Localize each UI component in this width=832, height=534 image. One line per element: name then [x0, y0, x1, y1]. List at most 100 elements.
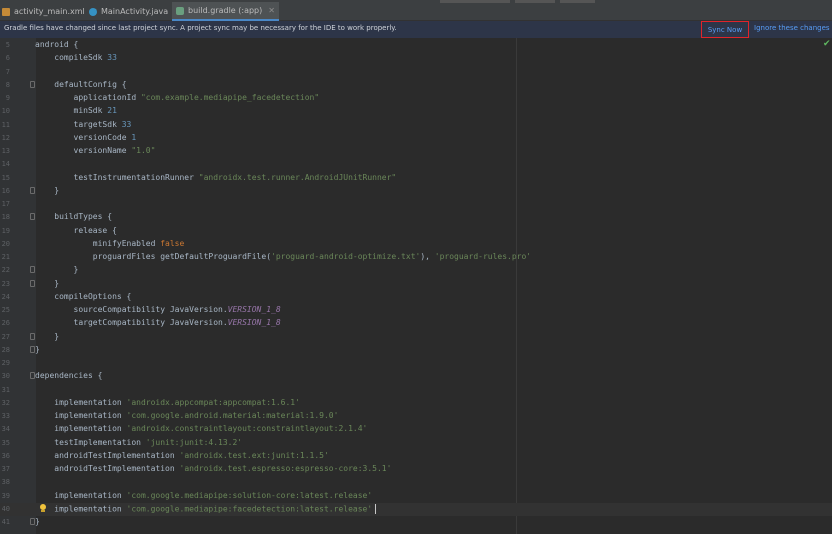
- code-line[interactable]: 25 sourceCompatibility JavaVersion.VERSI…: [0, 304, 832, 317]
- code-line[interactable]: 19 release {: [0, 225, 832, 238]
- code-text: }: [35, 278, 60, 288]
- line-number: 21: [1, 253, 10, 261]
- code-line[interactable]: 13 versionName "1.0": [0, 145, 832, 158]
- code-line[interactable]: 11 targetSdk 33: [0, 119, 832, 132]
- banner-message: Gradle files have changed since last pro…: [4, 24, 397, 32]
- code-text: implementation 'com.google.mediapipe:sol…: [35, 490, 373, 500]
- line-number: 34: [1, 425, 10, 434]
- code-line[interactable]: 22 }: [0, 264, 832, 277]
- line-number: 37: [1, 465, 10, 473]
- gradle-file-icon: [176, 6, 184, 15]
- code-line[interactable]: 30 dependencies {: [0, 370, 832, 383]
- code-line[interactable]: 40 implementation 'com.google.mediapipe:…: [0, 502, 832, 516]
- code-line[interactable]: 33 implementation 'com.google.android.ma…: [0, 410, 832, 423]
- code-text: }: [35, 185, 60, 195]
- line-number: 12: [1, 133, 10, 142]
- toolbar-fragment: [515, 0, 555, 3]
- code-line[interactable]: 38: [0, 476, 832, 489]
- line-number: 24: [1, 292, 10, 301]
- tab-build-gradle-app[interactable]: build.gradle (:app) ✕: [172, 2, 279, 21]
- code-text: androidTestImplementation 'androidx.test…: [35, 464, 392, 473]
- code-line[interactable]: 18 buildTypes {: [0, 211, 832, 224]
- line-number: 23: [1, 279, 10, 288]
- code-text: applicationId "com.example.mediapipe_fac…: [35, 93, 320, 102]
- code-line[interactable]: 35 testImplementation 'junit:junit:4.13.…: [0, 437, 832, 450]
- code-line[interactable]: 37 androidTestImplementation 'androidx.t…: [0, 463, 832, 476]
- code-line[interactable]: 26 targetCompatibility JavaVersion.VERSI…: [0, 317, 832, 330]
- code-line[interactable]: 41}: [0, 516, 832, 529]
- code-text: minifyEnabled false: [35, 238, 185, 248]
- code-line[interactable]: 31: [0, 384, 832, 397]
- sync-now-link[interactable]: Sync Now: [701, 21, 749, 38]
- code-line[interactable]: 5 android {: [0, 39, 832, 52]
- code-line[interactable]: 32 implementation 'androidx.appcompat:ap…: [0, 397, 832, 410]
- code-line[interactable]: 15 testInstrumentationRunner "androidx.t…: [0, 172, 832, 185]
- line-number: 26: [1, 319, 10, 328]
- code-text: targetSdk 33: [35, 119, 132, 129]
- code-text: defaultConfig {: [35, 79, 127, 89]
- code-line[interactable]: 29: [0, 357, 832, 370]
- line-number: 10: [1, 107, 10, 116]
- code-text: implementation 'com.google.android.mater…: [35, 411, 339, 420]
- code-text: }: [35, 344, 40, 354]
- line-number: 32: [1, 398, 10, 407]
- line-number: 27: [1, 332, 10, 341]
- code-text: proguardFiles getDefaultProguardFile('pr…: [35, 252, 532, 261]
- text-cursor: [375, 503, 377, 514]
- code-line[interactable]: 6 compileSdk 33: [0, 52, 832, 65]
- xml-file-icon: [2, 7, 10, 16]
- tab-main-activity-java[interactable]: MainActivity.java ✕: [89, 2, 181, 21]
- code-line[interactable]: 36 androidTestImplementation 'androidx.t…: [0, 450, 832, 463]
- line-number: 17: [1, 200, 10, 208]
- line-number: 19: [1, 226, 10, 235]
- code-text: }: [35, 331, 60, 341]
- code-line[interactable]: 34 implementation 'androidx.constraintla…: [0, 423, 832, 436]
- toolbar-fragment: [560, 0, 595, 3]
- line-number: 11: [1, 120, 10, 129]
- code-line[interactable]: 39 implementation 'com.google.mediapipe:…: [0, 490, 832, 503]
- line-number: 13: [1, 147, 10, 155]
- line-number: 31: [1, 385, 10, 394]
- code-text: android {: [35, 40, 79, 49]
- line-number: 41: [1, 518, 10, 526]
- code-text: compileSdk 33: [35, 53, 117, 63]
- code-line[interactable]: 9 applicationId "com.example.mediapipe_f…: [0, 92, 832, 105]
- code-line[interactable]: 7: [0, 66, 832, 79]
- code-line[interactable]: 14: [0, 158, 832, 171]
- line-number: 36: [1, 451, 10, 460]
- code-text: implementation 'com.google.mediapipe:fac…: [35, 503, 377, 514]
- line-number: 29: [1, 359, 10, 367]
- line-number: 14: [1, 160, 10, 169]
- code-text: dependencies {: [35, 371, 103, 381]
- line-number: 22: [1, 266, 10, 275]
- code-text: implementation 'androidx.appcompat:appco…: [35, 397, 300, 407]
- line-number: 30: [1, 372, 10, 381]
- code-text: minSdk 21: [35, 106, 117, 116]
- tab-activity-main-xml[interactable]: activity_main.xml ✕: [2, 2, 97, 21]
- code-line[interactable]: 17: [0, 198, 832, 211]
- code-text: implementation 'androidx.constraintlayou…: [35, 424, 368, 434]
- code-line[interactable]: 21 proguardFiles getDefaultProguardFile(…: [0, 251, 832, 264]
- code-text: androidTestImplementation 'androidx.test…: [35, 450, 329, 460]
- java-class-icon: [89, 7, 97, 16]
- code-line[interactable]: 20 minifyEnabled false: [0, 238, 832, 251]
- tab-label: build.gradle (:app): [188, 6, 263, 15]
- code-text: buildTypes {: [35, 212, 113, 222]
- code-line[interactable]: 10 minSdk 21: [0, 105, 832, 118]
- line-number: 33: [1, 412, 10, 420]
- code-text: testImplementation 'junit:junit:4.13.2': [35, 437, 243, 447]
- code-line[interactable]: 27 }: [0, 331, 832, 344]
- tab-label: MainActivity.java: [101, 7, 169, 16]
- code-text: versionCode 1: [35, 132, 137, 142]
- line-number: 7: [5, 67, 10, 76]
- line-number: 8: [5, 80, 10, 89]
- code-line[interactable]: 12 versionCode 1: [0, 132, 832, 145]
- code-line[interactable]: 8 defaultConfig {: [0, 79, 832, 92]
- ignore-changes-link[interactable]: Ignore these changes: [754, 24, 830, 32]
- line-number: 38: [1, 478, 10, 487]
- close-icon[interactable]: ✕: [268, 6, 275, 15]
- code-line[interactable]: 16 }: [0, 185, 832, 198]
- code-line[interactable]: 24 compileOptions {: [0, 291, 832, 304]
- code-line[interactable]: 28}: [0, 344, 832, 357]
- code-line[interactable]: 23 }: [0, 278, 832, 291]
